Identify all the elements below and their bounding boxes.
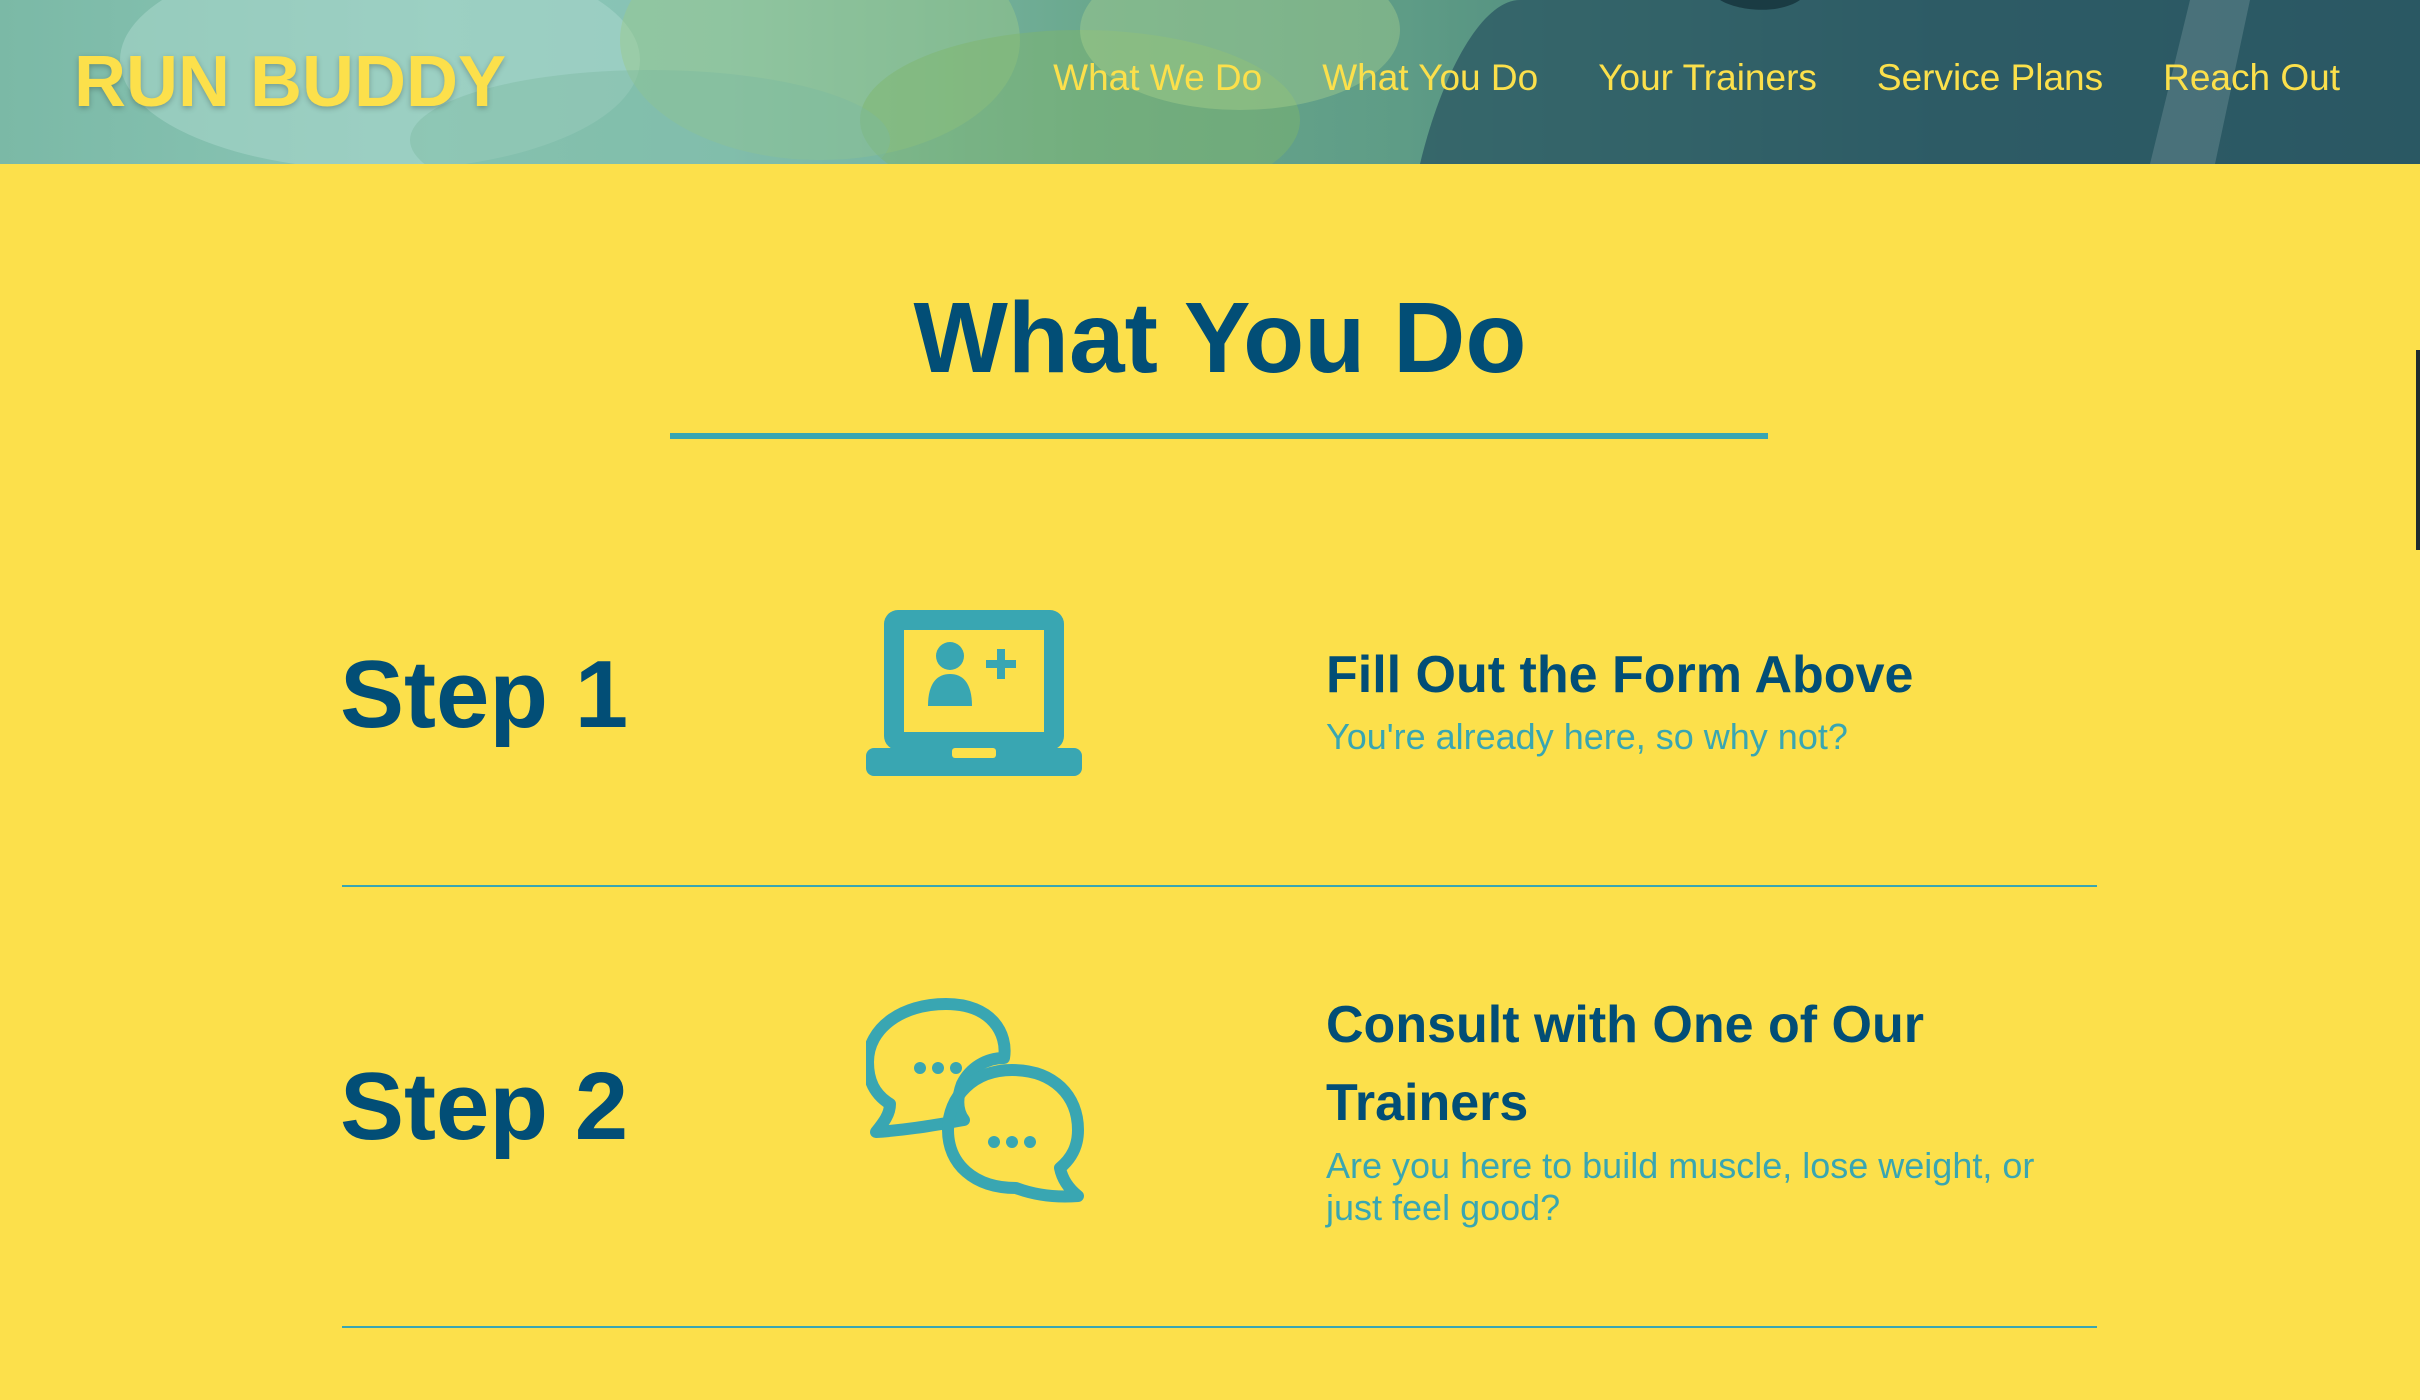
title-underline (670, 433, 1768, 439)
site-logo[interactable]: RUN BUDDY (74, 40, 506, 124)
nav-link-what-you-do[interactable]: What You Do (1322, 52, 1538, 104)
step-2-description: Are you here to build muscle, lose weigh… (1326, 1145, 2035, 1228)
nav-link-service-plans[interactable]: Service Plans (1877, 52, 2103, 104)
laptop-add-user-icon (866, 608, 1082, 785)
step-1-description: You're already here, so why not? (1326, 716, 1848, 757)
scrollbar[interactable] (2416, 350, 2420, 550)
page: RUN BUDDY What We Do What You Do Your Tr… (0, 0, 2420, 1400)
nav-link-reach-out[interactable]: Reach Out (2163, 52, 2340, 104)
section-title: What You Do (913, 282, 1527, 394)
step-1-heading: Fill Out the Form Above (1326, 646, 1914, 704)
nav-link-what-we-do[interactable]: What We Do (1053, 52, 1262, 104)
nav-link-your-trainers[interactable]: Your Trainers (1598, 52, 1817, 104)
step-divider (342, 1326, 2097, 1328)
step-2-label: Step 2 (340, 1053, 629, 1160)
site-header: RUN BUDDY What We Do What You Do Your Tr… (0, 0, 2420, 164)
main-nav: What We Do What You Do Your Trainers Ser… (1053, 52, 2340, 104)
step-divider (342, 885, 2097, 887)
step-2-heading: Consult with One of Our Trainers (1326, 996, 1924, 1132)
chat-bubbles-icon (862, 996, 1086, 1215)
step-1-label: Step 1 (340, 641, 629, 748)
